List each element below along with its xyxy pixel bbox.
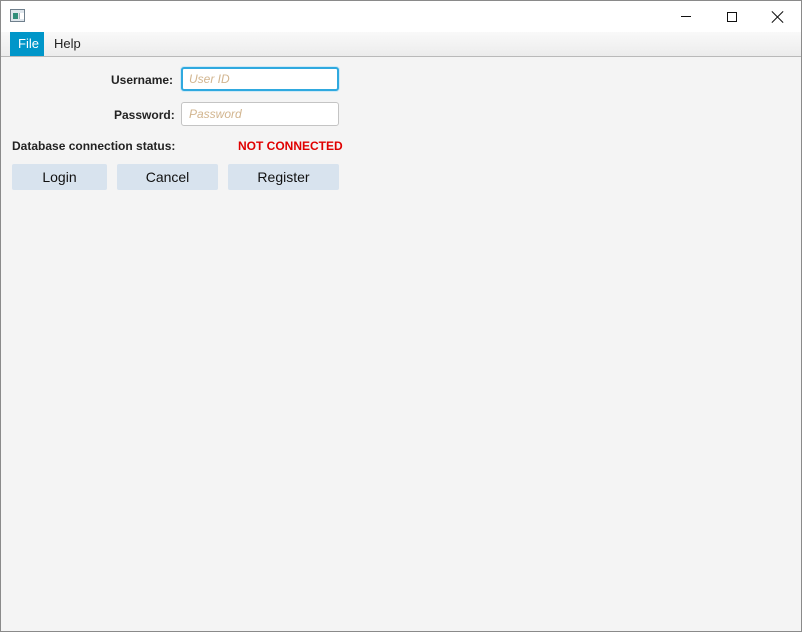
password-input[interactable] [181,102,339,126]
db-status-label: Database connection status: [12,139,176,153]
close-button[interactable] [755,1,801,32]
maximize-icon [727,11,737,22]
cancel-button[interactable]: Cancel [117,164,218,190]
app-icon [10,9,25,22]
minimize-icon [681,16,691,17]
password-label: Password: [114,108,175,122]
username-input[interactable] [181,67,339,91]
close-icon [772,11,784,23]
register-button[interactable]: Register [228,164,339,190]
app-window: File Help Username: Password: Database c… [0,0,802,632]
menu-help[interactable]: Help [46,32,89,56]
minimize-button[interactable] [663,1,709,32]
title-bar [1,1,801,32]
login-button[interactable]: Login [12,164,107,190]
username-label: Username: [111,73,174,87]
menu-file[interactable]: File [10,32,44,56]
menu-bar: File Help [1,32,801,57]
db-status-value: NOT CONNECTED [238,139,343,153]
maximize-button[interactable] [709,1,755,32]
